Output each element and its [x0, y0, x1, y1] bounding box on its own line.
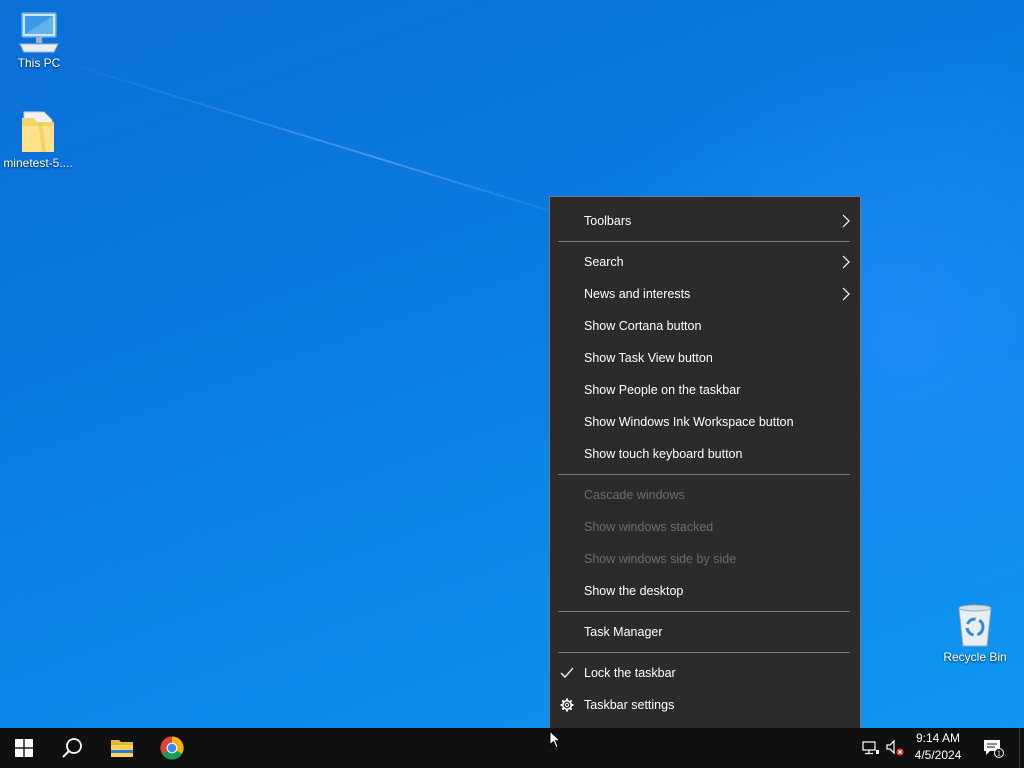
menu-item-label: Search: [584, 255, 624, 269]
start-icon: [15, 739, 33, 757]
menu-item-label: Show windows side by side: [584, 552, 737, 566]
checkmark-icon: [560, 658, 574, 688]
clock-date: 4/5/2024: [914, 748, 962, 762]
menu-item-news-and-interests[interactable]: News and interests: [550, 279, 860, 309]
menu-item-toolbars[interactable]: Toolbars: [550, 206, 860, 236]
desktop-icon-label: minetest-5....: [3, 156, 73, 170]
menu-item-show-windows-stacked: Show windows stacked: [550, 512, 860, 542]
desktop-icon-this-pc[interactable]: This PC: [1, 10, 77, 70]
menu-item-show-cortana-button[interactable]: Show Cortana button: [550, 311, 860, 341]
menu-item-label: Task Manager: [584, 625, 663, 639]
menu-item-label: Lock the taskbar: [584, 666, 676, 680]
file-explorer-button[interactable]: [98, 728, 146, 768]
recycle-bin-icon: [958, 604, 992, 647]
chrome-button[interactable]: [148, 728, 196, 768]
notification-icon: 1: [984, 740, 1004, 758]
show-desktop-button[interactable]: [1019, 728, 1024, 768]
menu-separator: [558, 652, 850, 653]
menu-item-label: Show Cortana button: [584, 319, 702, 333]
computer-icon: [19, 12, 59, 53]
volume-tray-button[interactable]: [884, 728, 906, 768]
wallpaper-light-beam: [59, 60, 596, 226]
system-clock[interactable]: 9:14 AM 4/5/2024: [910, 730, 966, 764]
menu-item-label: Taskbar settings: [584, 698, 675, 712]
menu-item-show-windows-side-by-side: Show windows side by side: [550, 544, 860, 574]
menu-separator: [558, 241, 850, 242]
chevron-right-icon: [842, 206, 850, 236]
menu-item-label: Show Task View button: [584, 351, 713, 365]
gear-icon: [560, 690, 574, 720]
menu-item-taskbar-settings[interactable]: Taskbar settings: [550, 690, 860, 720]
taskbar[interactable]: 9:14 AM 4/5/2024 1: [0, 728, 1024, 768]
menu-item-cascade-windows: Cascade windows: [550, 480, 860, 510]
clock-time: 9:14 AM: [915, 731, 961, 745]
menu-item-show-touch-keyboard[interactable]: Show touch keyboard button: [550, 439, 860, 469]
menu-item-show-the-desktop[interactable]: Show the desktop: [550, 576, 860, 606]
menu-item-label: Show the desktop: [584, 584, 684, 598]
menu-item-label: Show Windows Ink Workspace button: [584, 415, 794, 429]
desktop[interactable]: This PC minetest-5.... Recycle Bin: [0, 0, 1024, 728]
menu-item-task-manager[interactable]: Task Manager: [550, 617, 860, 647]
menu-item-label: Show windows stacked: [584, 520, 714, 534]
action-center-button[interactable]: 1: [980, 728, 1006, 768]
taskbar-context-menu: Toolbars Search News and interests Show …: [549, 196, 861, 729]
menu-item-label: News and interests: [584, 287, 691, 301]
menu-separator: [558, 474, 850, 475]
chrome-icon: [160, 736, 184, 760]
menu-item-lock-the-taskbar[interactable]: Lock the taskbar: [550, 658, 860, 688]
desktop-icon-label: This PC: [17, 56, 61, 70]
chevron-right-icon: [842, 279, 850, 309]
folder-icon: [22, 111, 54, 152]
menu-item-show-task-view-button[interactable]: Show Task View button: [550, 343, 860, 373]
notification-count: 1: [997, 751, 1001, 758]
chevron-right-icon: [842, 247, 850, 277]
menu-item-search[interactable]: Search: [550, 247, 860, 277]
menu-item-label: Toolbars: [584, 214, 632, 228]
desktop-icon-minetest-folder[interactable]: minetest-5....: [0, 108, 76, 170]
start-button[interactable]: [0, 728, 48, 768]
menu-item-label: Show People on the taskbar: [584, 383, 741, 397]
volume-muted-icon: [886, 740, 904, 756]
desktop-icon-recycle-bin[interactable]: Recycle Bin: [937, 602, 1013, 664]
network-tray-button[interactable]: [860, 728, 882, 768]
menu-separator: [558, 611, 850, 612]
menu-item-label: Cascade windows: [584, 488, 685, 502]
menu-item-label: Show touch keyboard button: [584, 447, 743, 461]
network-icon: [862, 741, 879, 755]
search-button[interactable]: [48, 728, 96, 768]
menu-item-show-people[interactable]: Show People on the taskbar: [550, 375, 860, 405]
search-icon: [62, 738, 82, 758]
desktop-icon-label: Recycle Bin: [943, 650, 1007, 664]
menu-item-show-windows-ink[interactable]: Show Windows Ink Workspace button: [550, 407, 860, 437]
mouse-cursor: [549, 729, 562, 754]
file-explorer-icon: [111, 740, 133, 757]
